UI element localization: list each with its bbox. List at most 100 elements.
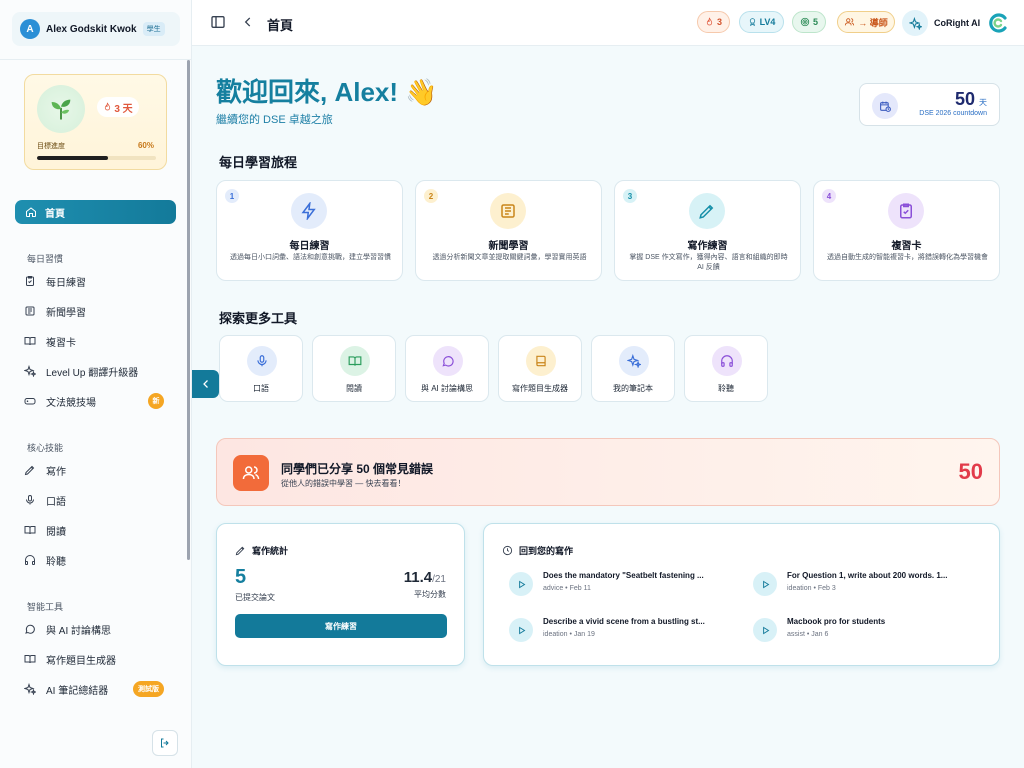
tool-label: 閱讀	[346, 384, 362, 393]
sidebar-scrollbar[interactable]	[187, 60, 190, 560]
sidebar-item-home[interactable]: 首頁	[15, 200, 176, 224]
sidebar-item-writing[interactable]: 寫作	[24, 459, 174, 481]
streak-chip[interactable]: 3	[697, 11, 730, 33]
average-score: 11.4/21	[404, 569, 446, 586]
top-bar: 首頁 3 LV4 5 → 導師 CoRight AI	[192, 0, 1024, 46]
play-icon	[509, 572, 533, 596]
new-badge: 新	[148, 393, 164, 409]
play-icon	[753, 572, 777, 596]
sidebar-item-label: 寫作	[46, 466, 66, 478]
tool-label: 我的筆記本	[613, 384, 653, 393]
recent-heading: 回到您的寫作	[502, 544, 573, 557]
sidebar-item-ai-notes[interactable]: AI 筆記總結器 測試版	[24, 678, 174, 700]
essays-count: 5	[235, 566, 247, 588]
sidebar-item-label: Level Up 翻譯升級器	[46, 367, 139, 379]
recent-item[interactable]: Does the mandatory "Seatbelt fastening .…	[509, 569, 739, 599]
tool-card-ai-discuss[interactable]: 與 AI 討論構思	[405, 335, 489, 402]
tool-card-listening[interactable]: 聆聽	[684, 335, 768, 402]
user-name: Alex Godskit Kwok	[46, 23, 137, 35]
sidebar-item-reading[interactable]: 閱讀	[24, 519, 174, 541]
tool-card-reading[interactable]: 閱讀	[312, 335, 396, 402]
clipboard-check-icon	[26, 276, 34, 286]
sidebar-toggle-icon[interactable]	[210, 14, 226, 30]
sidebar-item-label: 每日練習	[46, 277, 86, 289]
headphones-icon	[712, 346, 742, 376]
brand[interactable]: CoRight AI	[902, 9, 1010, 37]
sparkles-icon	[24, 683, 36, 695]
recent-item-meta: ideation • Jan 19	[543, 631, 595, 638]
collapse-sidebar-button[interactable]	[192, 370, 219, 398]
sidebar-item-label: 聆聽	[46, 556, 66, 568]
journey-card-title: 新聞學習	[488, 241, 529, 252]
sparkles-icon	[24, 365, 36, 377]
flame-icon	[706, 17, 713, 26]
journey-card-daily-practice[interactable]: 1 每日練習 透過每日小口詞彙、語法和創意挑戰，建立學習習慣	[216, 180, 403, 281]
book-open-icon	[24, 337, 36, 346]
dse-countdown: 50 天 DSE 2026 countdown	[859, 83, 1000, 126]
journey-card-desc: 透過每日小口詞彙、語法和創意挑戰，建立學習習慣	[230, 254, 391, 261]
tool-label: 聆聽	[718, 384, 734, 393]
journey-card-news[interactable]: 2 新聞學習 透過分析新聞文章並提取關鍵詞彙，學習實用英語	[415, 180, 602, 281]
level-chip[interactable]: LV4	[739, 11, 784, 33]
streak-card: 3 天 目標進度 60%	[24, 74, 167, 170]
average-score-max: /21	[432, 574, 446, 585]
sidebar-item-speaking[interactable]: 口語	[24, 489, 174, 511]
chevron-left-icon	[202, 380, 208, 388]
journey-card-desc: 透過自動生成的智能複習卡，將錯誤轉化為學習機會	[827, 254, 988, 261]
tutor-label: → 導師	[858, 17, 888, 28]
user-profile[interactable]: A Alex Godskit Kwok 學生	[12, 12, 180, 46]
sidebar-item-label: 複習卡	[46, 337, 76, 349]
tool-card-speaking[interactable]: 口語	[219, 335, 303, 402]
tool-card-notebook[interactable]: 我的筆記本	[591, 335, 675, 402]
journey-card-desc: 透過分析新聞文章並提取關鍵詞彙，學習實用英語	[432, 254, 587, 261]
home-icon	[26, 207, 36, 217]
recent-item[interactable]: Describe a vivid scene from a bustling s…	[509, 615, 739, 645]
sidebar-item-level-up[interactable]: Level Up 翻譯升級器	[24, 360, 174, 382]
logout-button[interactable]	[152, 730, 178, 756]
section-label-tools: 智能工具	[27, 602, 64, 612]
coins-chip[interactable]: 5	[792, 11, 826, 33]
stats-heading: 寫作統計	[235, 544, 288, 557]
sidebar-item-label: AI 筆記總結器	[46, 685, 109, 697]
goal-label: 目標進度	[37, 143, 65, 150]
journey-card-flashcards[interactable]: 4 複習卡 透過自動生成的智能複習卡，將錯誤轉化為學習機會	[813, 180, 1000, 281]
sidebar-item-listening[interactable]: 聆聽	[24, 549, 174, 571]
goal-percent: 60%	[137, 141, 154, 150]
journey-card-desc: 掌握 DSE 作文寫作，獲得內容、語言和組織的即時 AI 反饋	[629, 254, 788, 271]
target-icon	[800, 17, 810, 27]
tool-card-topic-generator[interactable]: 寫作題目生成器	[498, 335, 582, 402]
sidebar-item-daily-practice[interactable]: 每日練習	[24, 270, 174, 292]
recent-item-title: Describe a vivid scene from a bustling s…	[543, 617, 705, 626]
role-badge: 學生	[142, 22, 165, 36]
back-icon[interactable]	[241, 14, 255, 30]
mic-icon	[247, 346, 277, 376]
newspaper-icon	[25, 306, 35, 316]
shared-mistakes-banner[interactable]: 同學們已分享 50 個常見錯誤 從他人的錯誤中學習 — 快去看看！ 50	[216, 438, 1000, 506]
tool-label: 寫作題目生成器	[512, 384, 568, 393]
countdown-label: DSE 2026 countdown	[919, 110, 987, 117]
recent-item[interactable]: Macbook pro for students assist • Jan 6	[753, 615, 983, 645]
sidebar-item-flashcards[interactable]: 複習卡	[24, 330, 174, 352]
recent-item-title: For Question 1, write about 200 words. 1…	[787, 571, 948, 580]
section-label-core: 核心技能	[27, 443, 64, 453]
journey-card-writing[interactable]: 3 寫作練習 掌握 DSE 作文寫作，獲得內容、語言和組織的即時 AI 反饋	[614, 180, 801, 281]
sidebar-item-label: 與 AI 討論構思	[46, 625, 112, 637]
sidebar-item-ai-discuss[interactable]: 與 AI 討論構思	[24, 618, 174, 640]
newspaper-icon	[490, 193, 526, 229]
chat-icon	[433, 346, 463, 376]
recent-item-meta: advice • Feb 11	[543, 585, 591, 592]
tutor-button[interactable]: → 導師	[837, 11, 895, 33]
pen-icon	[689, 193, 725, 229]
writing-practice-button[interactable]: 寫作練習	[235, 614, 447, 638]
recent-item[interactable]: For Question 1, write about 200 words. 1…	[753, 569, 983, 599]
journey-heading: 每日學習旅程	[219, 155, 298, 170]
streak-count: 3	[716, 17, 722, 27]
step-number: 2	[424, 189, 438, 203]
tool-label: 與 AI 討論構思	[420, 384, 473, 393]
users-icon	[845, 18, 855, 26]
sidebar-item-grammar-arena[interactable]: 文法競技場 新	[24, 390, 174, 412]
sidebar-item-news[interactable]: 新聞學習	[24, 300, 174, 322]
sparkles-icon	[902, 10, 928, 36]
stats-heading-text: 寫作統計	[252, 546, 289, 556]
sidebar-item-topic-generator[interactable]: 寫作題目生成器	[24, 648, 174, 670]
